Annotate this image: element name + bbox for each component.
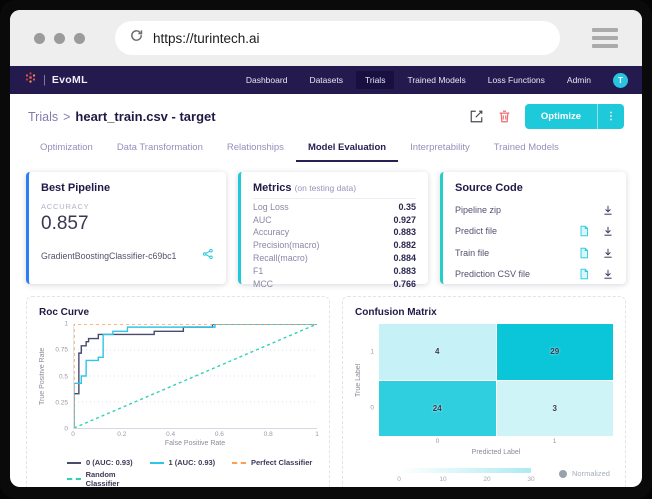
window-minimize-button[interactable] bbox=[54, 32, 65, 44]
tab-optimization[interactable]: Optimization bbox=[28, 137, 105, 162]
normalized-radio-icon[interactable] bbox=[559, 469, 567, 478]
confusion-matrix-card: Confusion Matrix True Label 10 4 29 24 3 01… bbox=[342, 296, 626, 487]
tab-trained-models[interactable]: Trained Models bbox=[482, 137, 571, 162]
nav-item-loss-functions[interactable]: Loss Functions bbox=[479, 71, 554, 89]
summary-cards: Best Pipeline ACCURACY 0.857 GradientBoo… bbox=[10, 162, 642, 290]
tab-model-evaluation[interactable]: Model Evaluation bbox=[295, 137, 399, 162]
window-close-button[interactable] bbox=[34, 32, 45, 44]
tab-bar: Optimization Data Transformation Relatio… bbox=[10, 131, 642, 162]
nav-item-admin[interactable]: Admin bbox=[558, 71, 600, 89]
normalized-toggle[interactable]: Normalized bbox=[559, 469, 610, 478]
breadcrumb-trials-link[interactable]: Trials bbox=[28, 110, 58, 124]
cm-cells: 4 29 24 3 bbox=[379, 324, 613, 436]
cm-y-axis-label: True Label bbox=[355, 363, 362, 397]
nav-item-datasets[interactable]: Datasets bbox=[300, 71, 352, 89]
nav-item-trials[interactable]: Trials bbox=[355, 71, 395, 89]
nav-item-dashboard[interactable]: Dashboard bbox=[237, 71, 297, 89]
file-icon[interactable] bbox=[578, 225, 590, 237]
page-header: Trials > heart_train.csv - target Optimi… bbox=[10, 94, 642, 131]
metric-row: F1 0.883 bbox=[253, 265, 416, 276]
model-name: GradientBoostingClassifier-c69bc1 bbox=[41, 251, 177, 261]
cm-y-ticks: 10 bbox=[370, 348, 374, 412]
tab-relationships[interactable]: Relationships bbox=[215, 137, 296, 162]
file-icon[interactable] bbox=[578, 268, 590, 280]
url-bar[interactable]: https://turintech.ai bbox=[115, 21, 560, 55]
legend-item[interactable]: Random Classifier bbox=[67, 470, 150, 487]
optimize-more-icon[interactable]: ⋮ bbox=[597, 104, 624, 129]
source-code-card: Source Code Pipeline zip Predict file Tr… bbox=[440, 172, 626, 284]
roc-plot-area bbox=[73, 324, 317, 429]
accuracy-value: 0.857 bbox=[41, 213, 89, 234]
metric-row: Precision(macro) 0.882 bbox=[253, 240, 416, 251]
window-maximize-button[interactable] bbox=[74, 32, 85, 44]
colorbar: 0 10 20 30 bbox=[397, 468, 535, 487]
cm-x-axis-label: Predicted Label bbox=[471, 449, 521, 456]
browser-menu-icon[interactable] bbox=[592, 28, 618, 48]
metrics-card: Metrics (on testing data) Log Loss 0.35 A… bbox=[238, 172, 428, 289]
roc-y-ticks: 0 0.25 0.5 0.75 1 bbox=[55, 320, 68, 433]
source-row: Prediction CSV file bbox=[455, 268, 614, 280]
nav-menu: Dashboard Datasets Trials Trained Models… bbox=[237, 71, 628, 89]
cm-x-ticks: 01 bbox=[435, 438, 557, 445]
brand-name: EvoML bbox=[51, 74, 88, 86]
source-row: Pipeline zip bbox=[455, 204, 614, 216]
download-icon[interactable] bbox=[602, 247, 614, 259]
metrics-subtitle: (on testing data) bbox=[294, 183, 357, 193]
download-icon[interactable] bbox=[602, 225, 614, 237]
app-navbar: | EvoML Dashboard Datasets Trials Traine… bbox=[10, 66, 642, 94]
roc-y-axis-label: True Positive Rate bbox=[39, 347, 46, 406]
confusion-cell: 24 bbox=[379, 380, 496, 436]
page-title: heart_train.csv - target bbox=[75, 109, 216, 124]
metrics-title: Metrics bbox=[253, 182, 292, 194]
metric-row: Recall(macro) 0.884 bbox=[253, 252, 416, 263]
url-text[interactable]: https://turintech.ai bbox=[153, 31, 260, 46]
user-avatar[interactable]: T bbox=[613, 72, 628, 88]
confusion-matrix-title: Confusion Matrix bbox=[355, 307, 437, 318]
roc-x-axis-label: False Positive Rate bbox=[164, 440, 226, 447]
download-icon[interactable] bbox=[602, 204, 614, 216]
normalized-label: Normalized bbox=[572, 469, 610, 478]
legend-item[interactable]: Perfect Classifier bbox=[232, 458, 315, 467]
roc-legend: 0 (AUC: 0.93) 1 (AUC: 0.93) Perfect Classi… bbox=[67, 458, 317, 487]
charts-row: Roc Curve True Positive Rate 0 0.25 0.5 0.7… bbox=[10, 290, 642, 487]
brand-separator: | bbox=[43, 74, 46, 86]
source-code-title: Source Code bbox=[455, 182, 523, 194]
roc-curve-title: Roc Curve bbox=[39, 307, 90, 318]
window-controls bbox=[34, 32, 85, 44]
confusion-cell: 29 bbox=[496, 324, 613, 380]
metric-row: MCC 0.766 bbox=[253, 278, 416, 289]
best-pipeline-card: Best Pipeline ACCURACY 0.857 GradientBoo… bbox=[26, 172, 226, 284]
file-icon[interactable] bbox=[578, 247, 590, 259]
accuracy-label: ACCURACY bbox=[41, 202, 90, 211]
browser-window: https://turintech.ai | EvoML Dashboard D… bbox=[10, 10, 642, 487]
tab-interpretability[interactable]: Interpretability bbox=[398, 137, 482, 162]
optimize-button-group: Optimize ⋮ bbox=[524, 104, 624, 129]
breadcrumb-separator: > bbox=[63, 109, 71, 124]
source-row: Predict file bbox=[455, 225, 614, 237]
best-pipeline-title: Best Pipeline bbox=[41, 182, 111, 194]
download-icon[interactable] bbox=[602, 268, 614, 280]
legend-item[interactable]: 0 (AUC: 0.93) bbox=[67, 458, 150, 467]
confusion-cell: 4 bbox=[379, 324, 496, 380]
pipeline-tree-icon[interactable] bbox=[202, 247, 214, 265]
device-frame: https://turintech.ai | EvoML Dashboard D… bbox=[0, 0, 652, 499]
optimize-button[interactable]: Optimize bbox=[525, 104, 597, 129]
tab-data-transformation[interactable]: Data Transformation bbox=[105, 137, 215, 162]
browser-chrome: https://turintech.ai bbox=[10, 10, 642, 66]
reload-icon[interactable] bbox=[129, 28, 144, 48]
metric-row: Log Loss 0.35 bbox=[253, 201, 416, 212]
delete-trash-icon[interactable] bbox=[497, 109, 512, 124]
nav-item-trained-models[interactable]: Trained Models bbox=[398, 71, 474, 89]
evoml-logo-icon bbox=[24, 71, 37, 89]
confusion-cell: 3 bbox=[496, 380, 613, 436]
legend-item[interactable]: 1 (AUC: 0.93) bbox=[149, 458, 233, 467]
edit-icon[interactable] bbox=[469, 109, 484, 124]
metric-row: AUC 0.927 bbox=[253, 214, 416, 225]
source-row: Train file bbox=[455, 247, 614, 259]
roc-curve-card: Roc Curve True Positive Rate 0 0.25 0.5 0.7… bbox=[26, 296, 330, 487]
metric-row: Accuracy 0.883 bbox=[253, 227, 416, 238]
roc-x-ticks: 0 0.2 0.4 0.6 0.8 1 bbox=[71, 431, 319, 438]
